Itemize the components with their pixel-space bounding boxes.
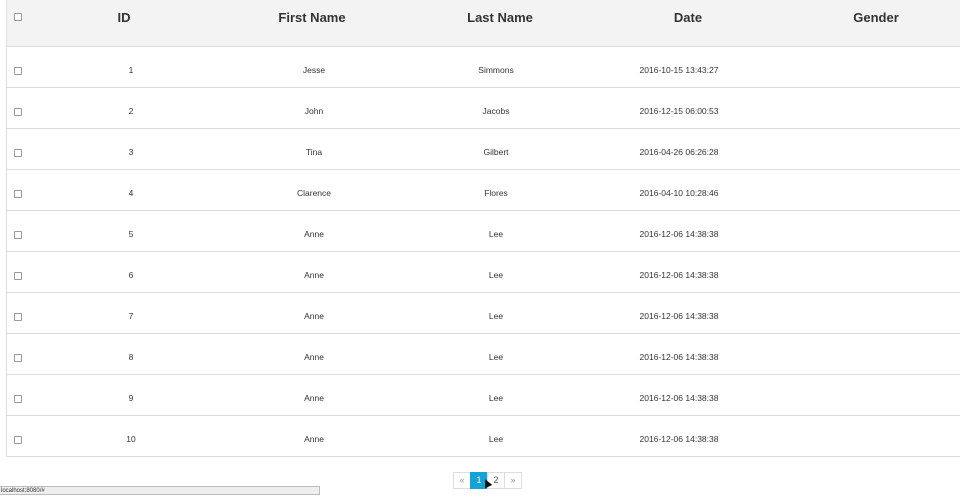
column-header-gender[interactable]: Gender [853, 10, 899, 25]
cell-date: 2016-12-06 14:38:38 [639, 393, 719, 403]
cell-first-name: Jesse [302, 65, 326, 75]
cell-first-name: Anne [304, 229, 324, 239]
cell-date: 2016-04-10 10:28:46 [639, 188, 719, 198]
row-checkbox[interactable] [14, 395, 22, 403]
cell-date: 2016-12-06 14:38:38 [639, 434, 719, 444]
cell-first-name: Anne [304, 352, 324, 362]
cell-first-name: Tina [305, 147, 323, 157]
cell-last-name: Lee [488, 311, 504, 321]
browser-status-bar: localhost:8080/# [0, 486, 320, 495]
status-url: localhost:8080/# [1, 488, 45, 494]
cell-date: 2016-12-06 14:38:38 [639, 352, 719, 362]
cell-date: 2016-10-15 13:43:27 [639, 65, 719, 75]
table-row[interactable]: 10 Anne Lee 2016-12-06 14:38:38 [7, 416, 960, 457]
cell-date: 2016-12-15 06:00:53 [639, 106, 719, 116]
cell-id: 9 [128, 393, 134, 403]
table-row[interactable]: 5 Anne Lee 2016-12-06 14:38:38 [7, 211, 960, 252]
table-row[interactable]: 3 Tina Gilbert 2016-04-26 06:26:28 [7, 129, 960, 170]
table-body: 1 Jesse Simmons 2016-10-15 13:43:27 2 John Jac… [7, 47, 960, 457]
row-checkbox[interactable] [14, 354, 22, 362]
cell-id: 5 [128, 229, 134, 239]
table-row[interactable]: 8 Anne Lee 2016-12-06 14:38:38 [7, 334, 960, 375]
column-header-last-name[interactable]: Last Name [467, 10, 533, 25]
cell-id: 6 [128, 270, 134, 280]
row-checkbox[interactable] [14, 272, 22, 280]
table-row[interactable]: 1 Jesse Simmons 2016-10-15 13:43:27 [7, 47, 960, 88]
row-checkbox[interactable] [14, 436, 22, 444]
cell-first-name: Anne [304, 311, 324, 321]
cell-last-name: Simmons [478, 65, 514, 75]
row-checkbox[interactable] [14, 108, 22, 116]
cell-id: 10 [126, 434, 136, 444]
cell-first-name: Anne [304, 434, 324, 444]
column-header-id[interactable]: ID [118, 10, 131, 25]
table-row[interactable]: 9 Anne Lee 2016-12-06 14:38:38 [7, 375, 960, 416]
cell-first-name: Anne [304, 270, 324, 280]
cell-date: 2016-12-06 14:38:38 [639, 229, 719, 239]
cell-last-name: Gilbert [483, 147, 509, 157]
cell-last-name: Lee [488, 393, 504, 403]
cell-id: 8 [128, 352, 134, 362]
cell-date: 2016-04-26 06:26:28 [639, 147, 719, 157]
column-header-first-name[interactable]: First Name [278, 10, 345, 25]
row-checkbox[interactable] [14, 313, 22, 321]
cell-last-name: Jacobs [482, 106, 510, 116]
table-row[interactable]: 6 Anne Lee 2016-12-06 14:38:38 [7, 252, 960, 293]
column-header-date[interactable]: Date [674, 10, 702, 25]
cell-id: 1 [128, 65, 134, 75]
pagination-prev-button[interactable]: « [453, 472, 471, 489]
pagination-next-button[interactable]: » [504, 472, 522, 489]
cell-id: 3 [128, 147, 134, 157]
table-header: ID First Name Last Name Date Gender [7, 0, 960, 47]
table-row[interactable]: 2 John Jacobs 2016-12-15 06:00:53 [7, 88, 960, 129]
cell-last-name: Lee [488, 352, 504, 362]
cell-first-name: John [304, 106, 324, 116]
cell-id: 4 [128, 188, 134, 198]
cell-last-name: Lee [488, 270, 504, 280]
cell-id: 7 [128, 311, 134, 321]
cell-first-name: Anne [304, 393, 324, 403]
row-checkbox[interactable] [14, 67, 22, 75]
table-row[interactable]: 4 Clarence Flores 2016-04-10 10:28:46 [7, 170, 960, 211]
cell-last-name: Lee [488, 434, 504, 444]
data-table: ID First Name Last Name Date Gender 1 Jes… [6, 0, 960, 457]
row-checkbox[interactable] [14, 190, 22, 198]
cell-date: 2016-12-06 14:38:38 [639, 311, 719, 321]
row-checkbox[interactable] [14, 149, 22, 157]
select-all-checkbox[interactable] [14, 13, 22, 21]
cell-first-name: Clarence [296, 188, 332, 198]
row-checkbox[interactable] [14, 231, 22, 239]
cell-last-name: Lee [488, 229, 504, 239]
cell-id: 2 [128, 106, 134, 116]
cell-date: 2016-12-06 14:38:38 [639, 270, 719, 280]
cell-last-name: Flores [484, 188, 508, 198]
table-row[interactable]: 7 Anne Lee 2016-12-06 14:38:38 [7, 293, 960, 334]
